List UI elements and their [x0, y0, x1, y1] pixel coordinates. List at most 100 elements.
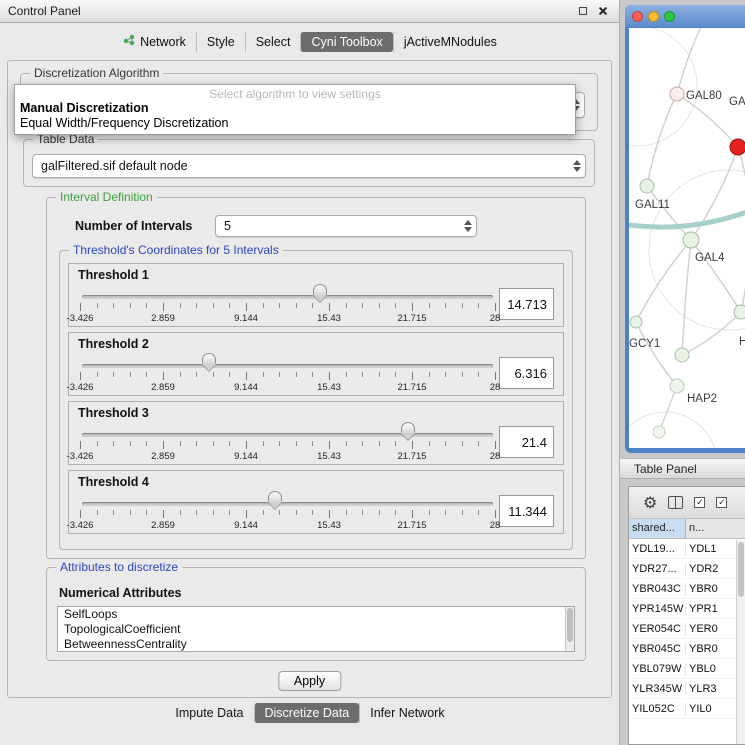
network-edge[interactable]: [677, 28, 703, 94]
number-of-intervals-combobox[interactable]: 5: [215, 215, 477, 237]
slider-tick: [229, 372, 230, 377]
attribute-list-item[interactable]: SelfLoops: [58, 607, 574, 622]
apply-button[interactable]: Apply: [278, 671, 341, 691]
close-icon[interactable]: [595, 3, 611, 19]
close-icon-glyph: [598, 6, 608, 16]
network-node[interactable]: [670, 87, 684, 101]
popup-option-manual-discretization[interactable]: Manual Discretization: [15, 101, 575, 116]
threshold-slider[interactable]: -3.4262.8599.14415.4321.71528: [80, 489, 495, 533]
network-node[interactable]: [670, 379, 684, 393]
network-edge[interactable]: [636, 322, 677, 386]
threshold-value-field[interactable]: 6.316: [499, 357, 554, 389]
tab-discretize-data[interactable]: Discretize Data: [254, 703, 360, 723]
column-header-1[interactable]: shared...: [629, 519, 686, 538]
tab-network[interactable]: Network: [113, 31, 196, 52]
slider-tick: [312, 372, 313, 377]
popup-option-equal-width-frequency-discretization[interactable]: Equal Width/Frequency Discretization: [15, 116, 575, 131]
tab-style[interactable]: Style: [196, 32, 245, 52]
table-panel-title: Table Panel: [634, 462, 697, 476]
popup-placeholder: Select algorithm to view settings: [15, 87, 575, 101]
network-edge[interactable]: [682, 312, 741, 355]
traffic-light-zoom[interactable]: [664, 11, 675, 22]
attributes-list[interactable]: SelfLoopsTopologicalCoefficientBetweenne…: [57, 606, 575, 652]
network-node[interactable]: [640, 179, 654, 193]
threshold-slider[interactable]: -3.4262.8599.14415.4321.71528: [80, 351, 495, 395]
slider-tick: [229, 510, 230, 515]
network-edge[interactable]: [691, 240, 741, 312]
column-header-2[interactable]: n...: [686, 519, 745, 538]
table-row[interactable]: YBR043CYBR0: [629, 579, 745, 599]
node-label: H: [739, 336, 745, 348]
slider-tick: [180, 372, 181, 377]
network-window-titlebar[interactable]: [625, 5, 745, 27]
slider-tick: [196, 510, 197, 515]
table-row[interactable]: YPR145WYPR1: [629, 599, 745, 619]
slider-tick: [429, 441, 430, 446]
slider-scale-label: 21.715: [397, 451, 426, 462]
table-row[interactable]: YLR345WYLR3: [629, 679, 745, 699]
tab-cyni-toolbox[interactable]: Cyni Toolbox: [300, 32, 392, 52]
slider-tick: [296, 441, 297, 446]
network-edge[interactable]: [629, 212, 745, 227]
threshold-value-field[interactable]: 11.344: [499, 495, 554, 527]
scrollbar-thumb[interactable]: [567, 608, 573, 642]
network-node[interactable]: [653, 426, 665, 438]
table-data-combobox[interactable]: galFiltered.sif default node: [32, 154, 586, 178]
table-row[interactable]: YIL052CYIL0: [629, 699, 745, 719]
network-node[interactable]: [630, 316, 642, 328]
threshold-slider[interactable]: -3.4262.8599.14415.4321.71528: [80, 282, 495, 326]
tab-jactivemnodules[interactable]: jActiveMNodules: [393, 32, 507, 52]
scrollbar-thumb[interactable]: [738, 542, 744, 597]
slider-thumb[interactable]: [401, 422, 415, 433]
slider-tick: [462, 372, 463, 377]
table-row[interactable]: YER054CYER0: [629, 619, 745, 639]
tab-jactivemnodules-label: jActiveMNodules: [404, 35, 497, 49]
slider-scale-label: 15.43: [317, 520, 341, 531]
network-edge[interactable]: [636, 240, 691, 322]
table-row[interactable]: YBR045CYBR0: [629, 639, 745, 659]
network-node[interactable]: [730, 139, 745, 155]
slider-scale-label: 2.859: [151, 382, 175, 393]
tab-impute-data[interactable]: Impute Data: [165, 703, 253, 723]
threshold-slider[interactable]: -3.4262.8599.14415.4321.71528: [80, 420, 495, 464]
interval-definition-group: Interval Definition Number of Intervals …: [46, 197, 586, 559]
tab-select[interactable]: Select: [245, 32, 301, 52]
table-scrollbar[interactable]: [736, 540, 745, 744]
traffic-light-minimize[interactable]: [648, 11, 659, 22]
network-node[interactable]: [734, 305, 745, 319]
attribute-list-item[interactable]: BetweennessCentrality: [58, 637, 574, 652]
attributes-list-scrollbar[interactable]: [565, 607, 574, 651]
network-edge[interactable]: [738, 147, 745, 312]
threshold-value-field[interactable]: 14.713: [499, 288, 554, 320]
checkbox-icon[interactable]: ✓: [716, 497, 727, 508]
slider-thumb[interactable]: [268, 491, 282, 502]
threshold-value-field[interactable]: 21.4: [499, 426, 554, 458]
slider-track: [82, 364, 493, 368]
table-row[interactable]: YDL19...YDL1: [629, 539, 745, 559]
network-canvas[interactable]: GAL80GAGAL11GAL4GCY1HAP2H: [629, 28, 745, 448]
network-graph[interactable]: GAL80GAGAL11GAL4GCY1HAP2H: [629, 28, 745, 448]
slider-tick: [346, 372, 347, 377]
network-icon: [123, 34, 135, 49]
tab-infer-network[interactable]: Infer Network: [359, 703, 454, 723]
slider-tick: [395, 510, 396, 515]
float-icon[interactable]: [575, 3, 591, 19]
slider-thumb[interactable]: [313, 284, 327, 295]
slider-tick: [229, 303, 230, 308]
table-row[interactable]: YDR27...YDR2: [629, 559, 745, 579]
slider-thumb[interactable]: [202, 353, 216, 364]
slider-tick: [213, 372, 214, 377]
checkbox-icon[interactable]: ✓: [694, 497, 705, 508]
columns-icon[interactable]: [668, 496, 683, 509]
network-edge[interactable]: [682, 240, 691, 355]
traffic-light-close[interactable]: [632, 11, 643, 22]
table-cell: YBR045C: [629, 643, 686, 655]
table-row[interactable]: YBL079WYBL0: [629, 659, 745, 679]
network-node[interactable]: [675, 348, 689, 362]
slider-tick: [379, 510, 380, 515]
gear-icon[interactable]: ⚙: [643, 495, 657, 511]
network-edge[interactable]: [647, 186, 691, 240]
slider-tick: [263, 510, 264, 515]
attribute-list-item[interactable]: TopologicalCoefficient: [58, 622, 574, 637]
network-node[interactable]: [683, 232, 699, 248]
